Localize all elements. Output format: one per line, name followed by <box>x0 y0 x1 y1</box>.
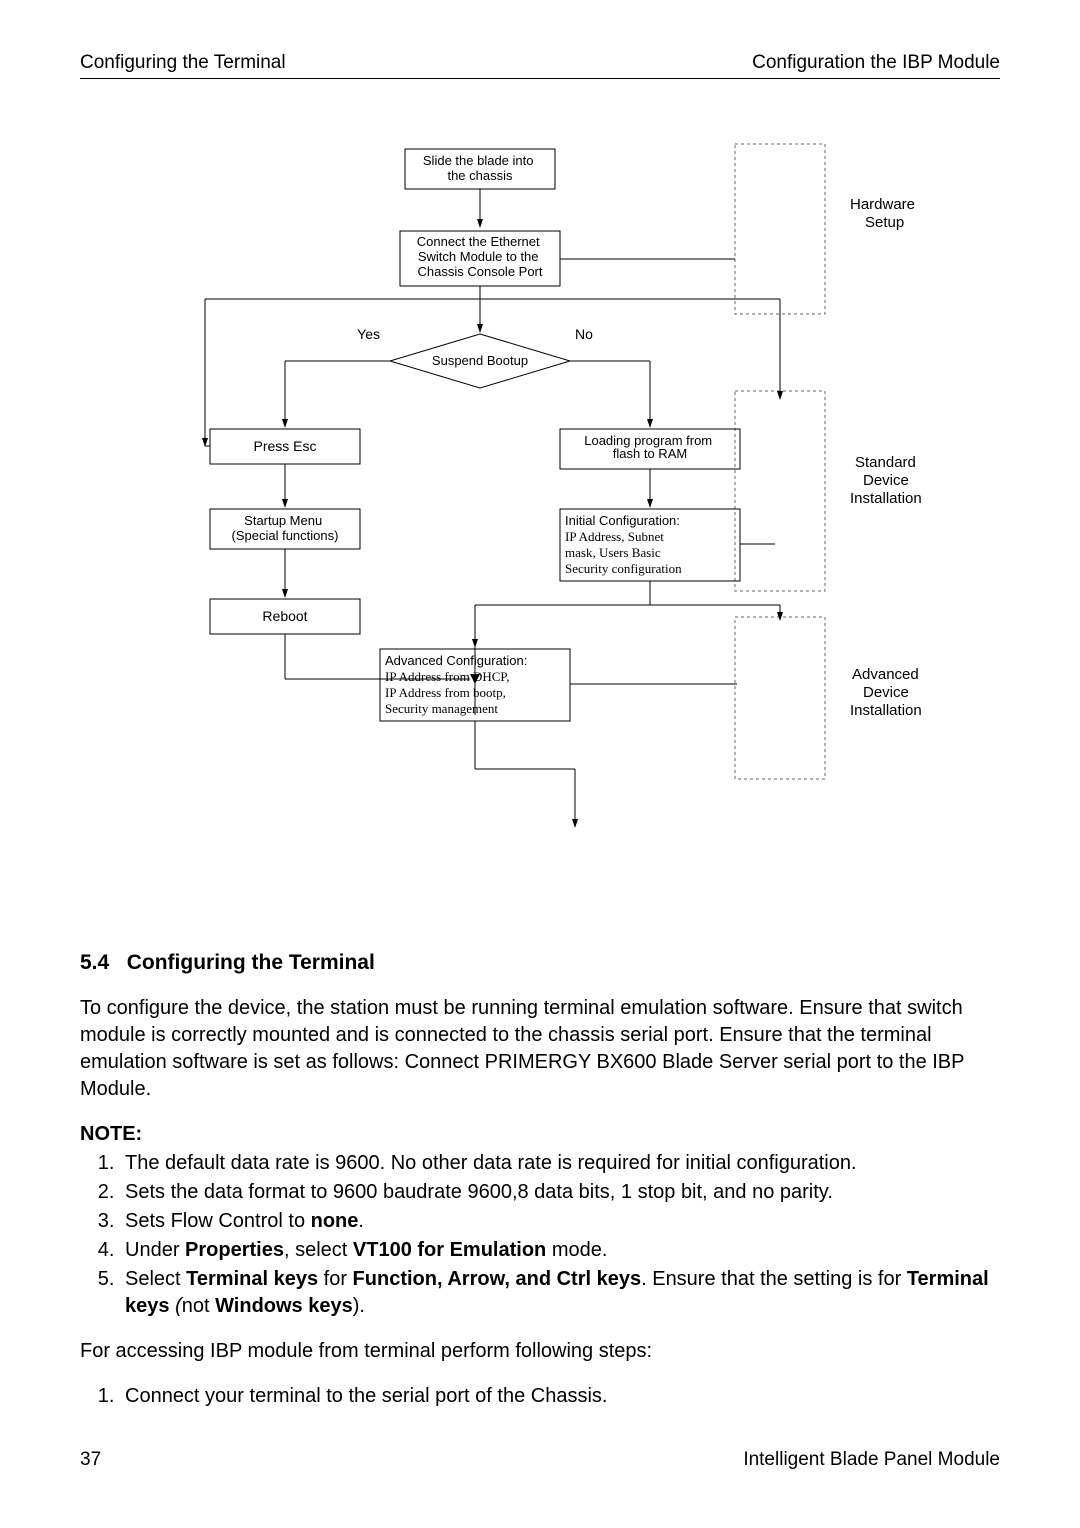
note-4: Under Properties, select VT100 for Emula… <box>120 1237 1000 1264</box>
flowchart-svg: Hardware Setup Standard Device Installat… <box>155 139 925 879</box>
note-label: NOTE: <box>80 1121 1000 1148</box>
label-standard-device: Standard Device Installation <box>850 454 922 507</box>
label-hardware-setup: Hardware Setup <box>850 196 919 231</box>
header-left: Configuring the Terminal <box>80 50 286 76</box>
note-3: Sets Flow Control to none. <box>120 1208 1000 1235</box>
footer-title: Intelligent Blade Panel Module <box>743 1447 1000 1473</box>
steps-list: Connect your terminal to the serial port… <box>80 1383 1000 1410</box>
page-footer: 37 Intelligent Blade Panel Module <box>80 1447 1000 1473</box>
note-list: The default data rate is 9600. No other … <box>80 1150 1000 1320</box>
para-access: For accessing IBP module from terminal p… <box>80 1338 1000 1365</box>
note-1: The default data rate is 9600. No other … <box>120 1150 1000 1177</box>
box-loading: Loading program from flash to RAM <box>584 433 716 461</box>
note-2: Sets the data format to 9600 baudrate 96… <box>120 1179 1000 1206</box>
para-intro: To configure the device, the station mus… <box>80 995 1000 1103</box>
box-press-esc: Press Esc <box>253 438 316 454</box>
box-advanced-config: Advanced Configuration: IP Address from … <box>385 653 531 716</box>
box-startup: Startup Menu (Special functions) <box>232 513 339 543</box>
label-yes: Yes <box>357 326 380 342</box>
decision-suspend: Suspend Bootup <box>432 353 528 368</box>
box-initial: Initial Configuration: IP Address, Subne… <box>565 513 684 576</box>
box-reboot: Reboot <box>262 608 307 624</box>
box-slide: Slide the blade into the chassis <box>423 153 537 183</box>
note-5: Select Terminal keys for Function, Arrow… <box>120 1266 1000 1320</box>
header-right: Configuration the IBP Module <box>752 50 1000 76</box>
section-heading: 5.4 Configuring the Terminal <box>80 949 1000 977</box>
page-header: Configuring the Terminal Configuration t… <box>80 50 1000 79</box>
box-connect: Connect the Ethernet Switch Module to th… <box>417 234 543 279</box>
label-no: No <box>575 326 593 342</box>
flowchart: Hardware Setup Standard Device Installat… <box>155 139 925 879</box>
page-number: 37 <box>80 1447 101 1473</box>
step-1: Connect your terminal to the serial port… <box>120 1383 1000 1410</box>
label-advanced-device: Advanced Device Installation <box>850 666 923 719</box>
